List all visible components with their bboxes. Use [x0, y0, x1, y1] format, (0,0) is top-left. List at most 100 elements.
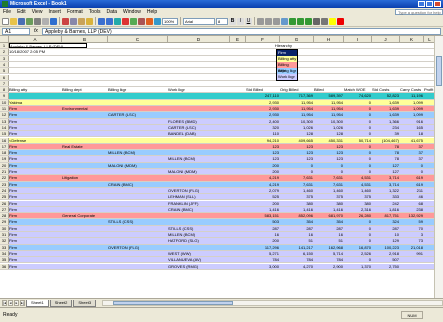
cell-i11[interactable]: 0	[344, 106, 371, 111]
row-header[interactable]: 3	[0, 55, 9, 61]
menu-window[interactable]: Window	[120, 8, 144, 16]
column-header-c[interactable]: C	[108, 36, 168, 43]
cell-h31[interactable]: 16	[314, 232, 343, 237]
cell-k9[interactable]: 11,196	[400, 93, 423, 98]
worksheet-grid[interactable]: ABCDEFGHIJKL 1 Appleby & Barnes, LLP (DEV…	[0, 36, 434, 298]
hyperlink-icon[interactable]	[114, 17, 121, 25]
row-header[interactable]: 27	[0, 206, 9, 213]
paste-icon[interactable]	[78, 17, 85, 25]
cell-d19[interactable]: MILLEN (BCM)	[168, 156, 229, 161]
cell-c29[interactable]: STILLS (CSS)	[108, 219, 167, 224]
cell-d25[interactable]: LEHMAN (SLL)	[168, 194, 229, 199]
cell-i21[interactable]: 0	[344, 169, 371, 174]
cell-b22[interactable]: Litigation	[62, 175, 107, 180]
cell-h25[interactable]: 375	[314, 194, 343, 199]
cell-f24[interactable]: 2,079	[246, 188, 279, 193]
underline-icon[interactable]: U	[245, 17, 252, 25]
formula-input[interactable]: Appleby & Barnes, LLP (DEV)	[42, 27, 441, 35]
column-header-f[interactable]: F	[246, 36, 280, 43]
cell-j8[interactable]: Std Costs	[372, 87, 399, 92]
horizontal-scrollbar[interactable]	[102, 300, 443, 306]
cell-i26[interactable]: 380	[344, 201, 371, 206]
cell-h32[interactable]: 51	[314, 238, 343, 243]
cell-b11[interactable]: Environmental	[62, 106, 107, 111]
menu-edit[interactable]: Edit	[14, 8, 29, 16]
cell-d36[interactable]: GROVES (RMG)	[168, 264, 229, 269]
cell-j21[interactable]: 127	[372, 169, 399, 174]
align-left-icon[interactable]	[257, 17, 264, 25]
cell-k20[interactable]: 0	[400, 163, 423, 168]
cell-b8[interactable]: Billing dept	[62, 87, 107, 92]
cell-j10[interactable]: 1,639	[372, 100, 399, 105]
vertical-scrollbar[interactable]	[434, 36, 443, 298]
cell-f9[interactable]: 247,110	[246, 93, 279, 98]
cell-f22[interactable]: 4,219	[246, 175, 279, 180]
column-header-i[interactable]: I	[344, 36, 372, 43]
menu-data[interactable]: Data	[103, 8, 120, 16]
row-header[interactable]: 23	[0, 181, 9, 187]
cell-i29[interactable]: 0	[344, 219, 371, 224]
menu-view[interactable]: View	[29, 8, 46, 16]
row-header[interactable]: 5	[0, 68, 9, 74]
cell-a12[interactable]: Firm	[9, 112, 61, 117]
row-header[interactable]: 7	[0, 80, 9, 87]
cell-k17[interactable]: 37	[400, 144, 423, 149]
cell-k13[interactable]: 916	[400, 119, 423, 124]
merge-center-icon[interactable]	[281, 17, 288, 25]
cell-g33[interactable]: 141,217	[280, 245, 313, 250]
cell-f17[interactable]: 123	[246, 144, 279, 149]
cell-j34[interactable]: 2,918	[372, 251, 399, 256]
column-header-g[interactable]: G	[280, 36, 314, 43]
cell-h11[interactable]: 11,954	[314, 106, 343, 111]
row-header[interactable]: 34	[0, 250, 9, 257]
cell-g36[interactable]: 4,270	[280, 264, 313, 269]
cell-a18[interactable]: Firm	[9, 150, 61, 155]
cell-c12[interactable]: CARTER (LSC)	[108, 112, 167, 117]
borders-icon[interactable]	[321, 17, 328, 25]
cell-h10[interactable]: 11,954	[314, 100, 343, 105]
cell-f33[interactable]: 117,296	[246, 245, 279, 250]
row-header[interactable]: 29	[0, 219, 9, 225]
row-header[interactable]: 28	[0, 213, 9, 219]
cell-g20[interactable]: 0	[280, 163, 313, 168]
cell-h24[interactable]: 1,460	[314, 188, 343, 193]
cell-f34[interactable]: 5,271	[246, 251, 279, 256]
cell-g13[interactable]: 10,300	[280, 119, 313, 124]
cell-j24[interactable]: 1,322	[372, 188, 399, 193]
cell-j27[interactable]: 1,816	[372, 207, 399, 212]
cell-i8[interactable]: Match WOE	[344, 87, 371, 92]
row-header[interactable]: 20	[0, 162, 9, 168]
cell-f15[interactable]: 110	[246, 131, 279, 136]
row-header[interactable]: 6	[0, 74, 9, 80]
font-select[interactable]: Arial	[183, 17, 215, 25]
cell-a14[interactable]: Firm	[9, 125, 61, 130]
cell-a25[interactable]: Firm	[9, 194, 61, 199]
cell-g14[interactable]: 1,026	[280, 125, 313, 130]
row-header[interactable]: 11	[0, 106, 9, 112]
cell-h14[interactable]: 1,026	[314, 125, 343, 130]
menu-help[interactable]: Help	[144, 8, 160, 16]
cell-f32[interactable]: 200	[246, 238, 279, 243]
cell-d13[interactable]: FLORES (BMD)	[168, 119, 229, 124]
menu-format[interactable]: Format	[64, 8, 86, 16]
cell-j9[interactable]: 52,823	[372, 93, 399, 98]
cell-b28[interactable]: General Corporate	[62, 213, 107, 218]
row-header[interactable]: 9	[0, 93, 9, 99]
cell-a11[interactable]: Firm	[9, 106, 61, 111]
cell-j11[interactable]: 1,639	[372, 106, 399, 111]
row-header[interactable]: 35	[0, 257, 9, 263]
cell-j30[interactable]: 287	[372, 226, 399, 231]
cell-h34[interactable]: 5,714	[314, 251, 343, 256]
copy-icon[interactable]	[70, 17, 77, 25]
cell-h12[interactable]: 11,954	[314, 112, 343, 117]
cell-i28[interactable]: 26,280	[344, 213, 371, 218]
cell-h21[interactable]: 0	[314, 169, 343, 174]
cell-g9[interactable]: 717,369	[280, 93, 313, 98]
cell-f14[interactable]: 320	[246, 125, 279, 130]
cell-l8[interactable]: Profit	[424, 87, 434, 92]
cell-d15[interactable]: BANDEL (DAB)	[168, 131, 229, 136]
tab-sheet1[interactable]: Sheet1	[26, 299, 49, 307]
cell-h19[interactable]: 123	[314, 156, 343, 161]
cell-d8[interactable]: Work lkgr	[168, 87, 229, 92]
percent-icon[interactable]	[297, 17, 304, 25]
